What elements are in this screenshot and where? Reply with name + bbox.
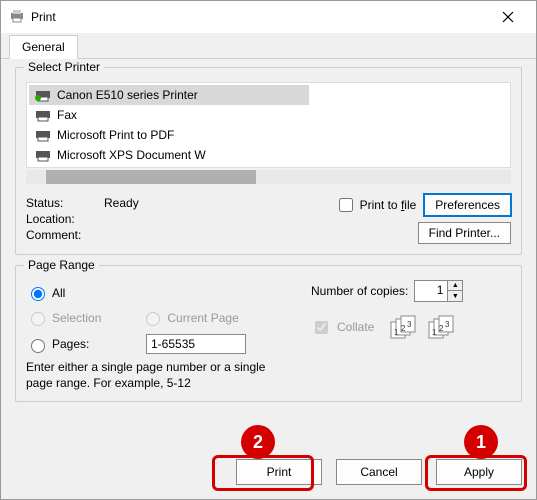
copies-label: Number of copies: bbox=[311, 284, 408, 298]
copies-up[interactable]: ▲ bbox=[448, 281, 462, 291]
scrollbar-thumb[interactable] bbox=[46, 170, 256, 184]
collate-icons: 123 123 bbox=[390, 314, 460, 340]
callout-2: 2 bbox=[241, 425, 275, 459]
svg-text:1: 1 bbox=[394, 328, 399, 337]
print-dialog: Print General Select Printer Canon E510 … bbox=[0, 0, 537, 500]
print-button[interactable]: Print bbox=[236, 459, 322, 485]
copies-value[interactable]: 1 bbox=[415, 281, 447, 301]
tab-strip: General bbox=[1, 33, 536, 59]
print-to-file-checkbox[interactable]: Print to file bbox=[335, 195, 417, 215]
svg-text:1: 1 bbox=[432, 328, 437, 337]
comment-label: Comment: bbox=[26, 228, 104, 242]
page-range-hint: Enter either a single page number or a s… bbox=[26, 360, 286, 391]
svg-text:2: 2 bbox=[401, 324, 406, 333]
titlebar: Print bbox=[1, 1, 536, 33]
printer-label: Fax bbox=[57, 108, 77, 122]
printer-item-pdf[interactable]: Microsoft Print to PDF bbox=[29, 125, 309, 145]
radio-pages-input[interactable] bbox=[31, 339, 45, 353]
printer-icon bbox=[35, 148, 51, 162]
location-label: Location: bbox=[26, 212, 104, 226]
printer-label: Microsoft XPS Document W bbox=[57, 148, 206, 162]
collate-label: Collate bbox=[337, 320, 374, 334]
collate-checkbox bbox=[315, 321, 328, 334]
radio-all[interactable]: All bbox=[26, 284, 311, 301]
apply-button[interactable]: Apply bbox=[436, 459, 522, 485]
radio-selection-input bbox=[31, 312, 45, 326]
tab-content: Select Printer Canon E510 series Printer… bbox=[1, 59, 536, 420]
copies-spinner[interactable]: 1 ▲ ▼ bbox=[414, 280, 463, 302]
radio-pages-label: Pages: bbox=[52, 337, 142, 351]
svg-text:3: 3 bbox=[407, 320, 412, 329]
printer-item-xps[interactable]: Microsoft XPS Document W bbox=[29, 145, 239, 165]
action-buttons: Print Cancel Apply bbox=[236, 459, 522, 485]
radio-pages[interactable]: Pages: bbox=[26, 334, 311, 354]
pages-123-icon: 123 bbox=[428, 314, 460, 340]
group-legend: Select Printer bbox=[24, 60, 104, 74]
radio-selection: Selection bbox=[26, 309, 101, 326]
copies-down[interactable]: ▼ bbox=[448, 291, 462, 301]
printer-icon bbox=[35, 88, 51, 102]
status-labels: Status: Ready Location: Comment: bbox=[26, 194, 286, 244]
radio-current-page: Current Page bbox=[141, 309, 238, 326]
printer-item-fax[interactable]: Fax bbox=[29, 105, 309, 125]
printer-icon bbox=[35, 128, 51, 142]
tab-general[interactable]: General bbox=[9, 35, 78, 59]
collate-row: Collate 123 123 bbox=[311, 314, 511, 340]
status-value: Ready bbox=[104, 196, 139, 210]
printer-list[interactable]: Canon E510 series Printer Fax Microsoft … bbox=[26, 82, 511, 168]
printer-icon bbox=[9, 8, 25, 27]
group-legend: Page Range bbox=[24, 258, 99, 272]
fax-icon bbox=[35, 108, 51, 122]
print-to-file-label: Print to file bbox=[360, 198, 417, 212]
printer-right-col: Print to file Preferences Find Printer..… bbox=[286, 194, 511, 244]
radio-selection-label: Selection bbox=[52, 311, 101, 325]
svg-text:2: 2 bbox=[439, 324, 444, 333]
printer-label: Microsoft Print to PDF bbox=[57, 128, 174, 142]
group-select-printer: Select Printer Canon E510 series Printer… bbox=[15, 67, 522, 255]
page-range-left: All Selection Current Page bbox=[26, 280, 311, 391]
status-label: Status: bbox=[26, 196, 104, 210]
preferences-button[interactable]: Preferences bbox=[424, 194, 511, 216]
radio-current-input bbox=[146, 312, 160, 326]
radio-all-input[interactable] bbox=[31, 287, 45, 301]
printer-list-scrollbar[interactable] bbox=[26, 170, 511, 184]
svg-text:3: 3 bbox=[445, 320, 450, 329]
page-range-right: Number of copies: 1 ▲ ▼ Collate bbox=[311, 280, 511, 391]
close-button[interactable] bbox=[488, 3, 528, 31]
find-printer-button[interactable]: Find Printer... bbox=[418, 222, 511, 244]
printer-item-canon[interactable]: Canon E510 series Printer bbox=[29, 85, 309, 105]
window-title: Print bbox=[31, 10, 488, 24]
cancel-button[interactable]: Cancel bbox=[336, 459, 422, 485]
status-row: Status: Ready Location: Comment: bbox=[26, 194, 511, 244]
radio-all-label: All bbox=[52, 286, 65, 300]
group-page-range: Page Range All Selection Cur bbox=[15, 265, 522, 402]
printer-label: Canon E510 series Printer bbox=[57, 88, 198, 102]
callout-1: 1 bbox=[464, 425, 498, 459]
pages-input[interactable] bbox=[146, 334, 246, 354]
radio-current-label: Current Page bbox=[167, 311, 238, 325]
pages-123-icon: 123 bbox=[390, 314, 422, 340]
copies-row: Number of copies: 1 ▲ ▼ bbox=[311, 280, 511, 302]
print-to-file-input[interactable] bbox=[339, 198, 353, 212]
